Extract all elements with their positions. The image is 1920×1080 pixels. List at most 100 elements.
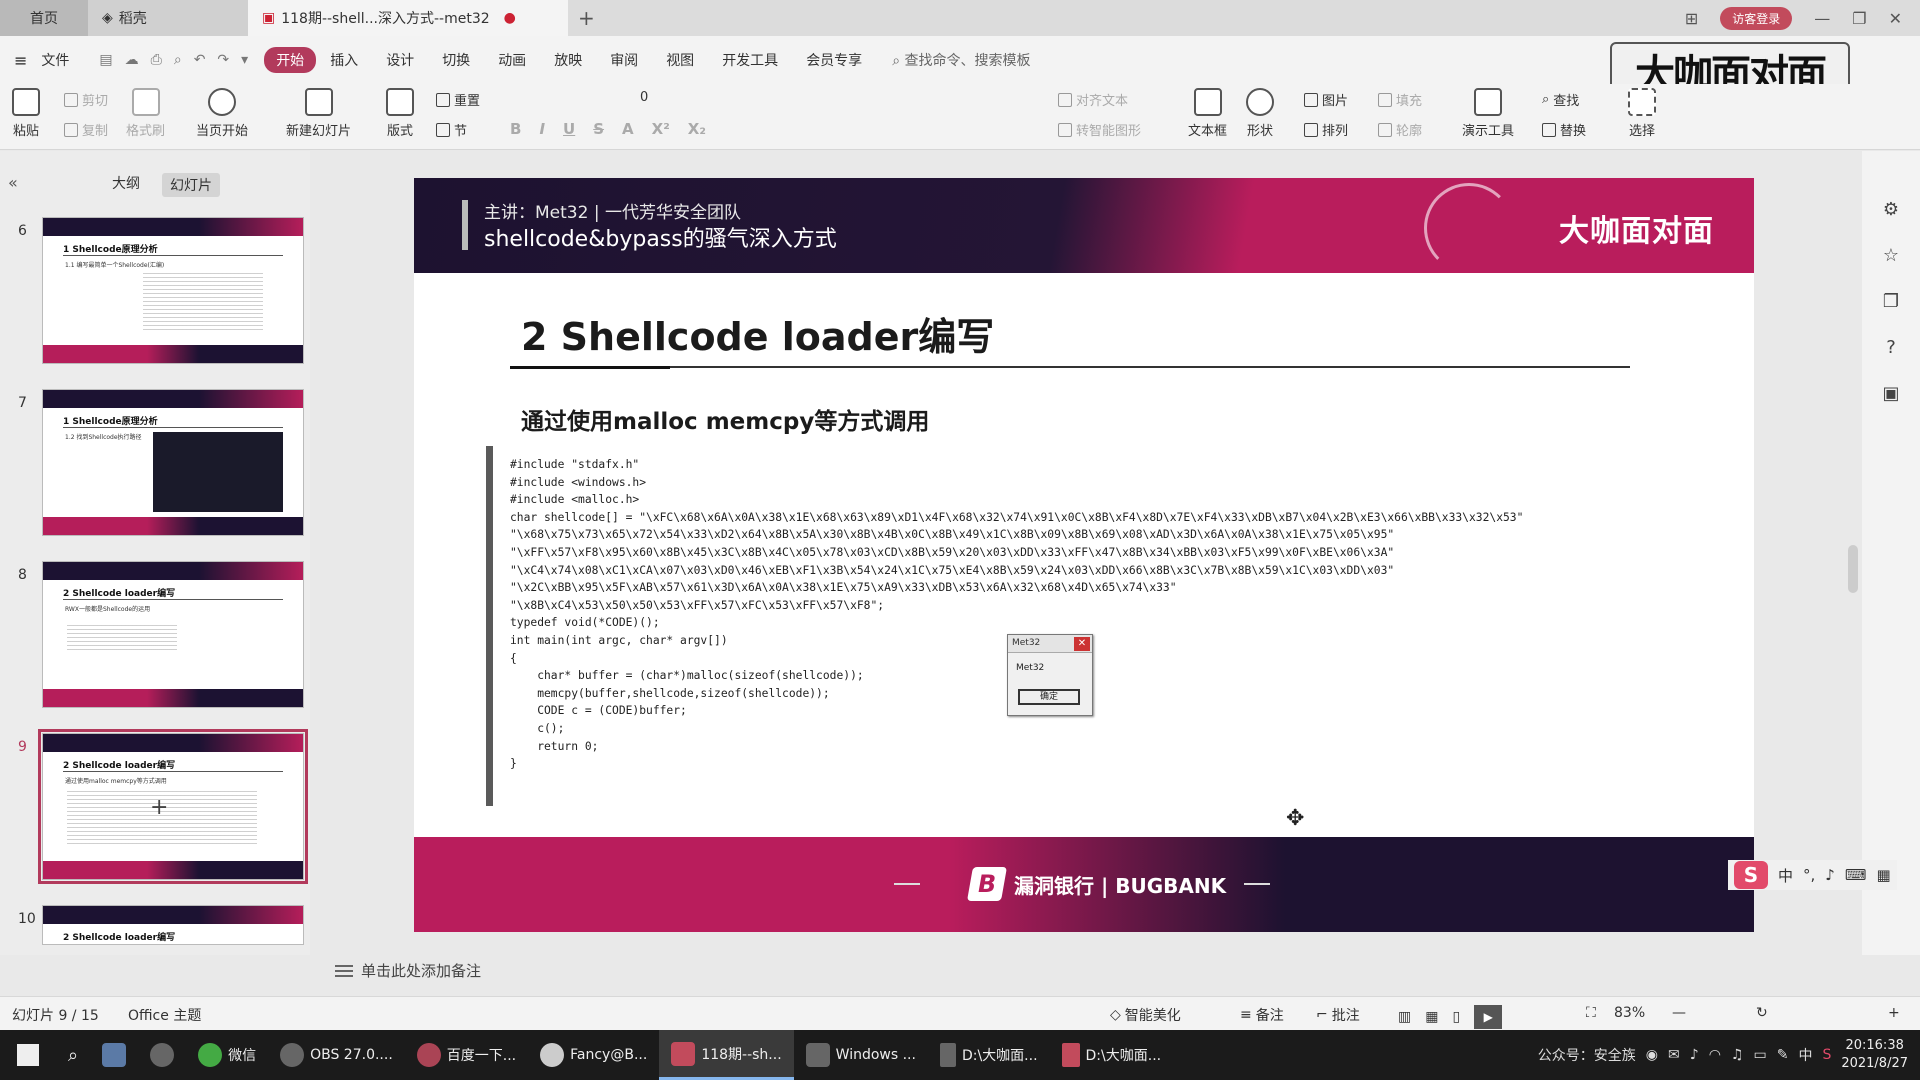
zoom-fit-icon[interactable]: ↻ — [1756, 1005, 1768, 1021]
textbox-button[interactable]: 文本框 — [1188, 88, 1227, 139]
copy-frame-icon[interactable]: ❐ — [1880, 291, 1902, 313]
shape-button[interactable]: 形状 — [1246, 88, 1274, 139]
cut-button[interactable]: 剪切 — [64, 90, 108, 109]
slide-subtitle[interactable]: 通过使用malloc memcpy等方式调用 — [521, 402, 929, 436]
battery-icon[interactable]: ▭ — [1753, 1047, 1766, 1063]
beautify-button[interactable]: ◇ 智能美化 — [1110, 1005, 1181, 1025]
notes-button[interactable]: ≡ 备注 — [1240, 1005, 1284, 1025]
clock[interactable]: 20:16:38 2021/8/27 — [1841, 1037, 1908, 1073]
slide-title[interactable]: 2 Shellcode loader编写 — [521, 306, 994, 361]
taskbar-app-presentation[interactable]: 118期--sh... — [659, 1030, 794, 1080]
menu-vip[interactable]: 会员专享 — [792, 50, 876, 70]
select-button[interactable]: 选择 — [1628, 88, 1656, 139]
menu-animation[interactable]: 动画 — [484, 50, 540, 70]
cloud-icon[interactable]: ☁ — [125, 52, 139, 68]
picture-edit-icon[interactable]: ▣ — [1880, 383, 1902, 405]
undo-icon[interactable]: ↶ — [194, 52, 206, 68]
font-color-icon[interactable]: A — [622, 120, 634, 138]
format-painter-button[interactable]: 格式刷 — [126, 88, 165, 139]
ime-mode[interactable]: 中 — [1778, 865, 1793, 886]
outline-button[interactable]: 轮廓 — [1378, 120, 1422, 139]
zoom-level[interactable]: 83% — [1614, 1005, 1645, 1021]
app-pinned-2[interactable] — [138, 1030, 186, 1080]
hamburger-icon[interactable]: ≡ — [14, 51, 27, 70]
dropdown-icon[interactable]: ▾ — [241, 52, 248, 68]
slide-thumbnail-9[interactable]: 2 Shellcode loader编写 通过使用malloc memcpy等方式… — [38, 729, 308, 884]
app-pinned-1[interactable] — [90, 1030, 138, 1080]
close-icon[interactable]: ✕ — [1889, 9, 1902, 28]
paste-button[interactable]: 粘贴 — [12, 88, 40, 139]
punctuation-icon[interactable]: °, — [1803, 866, 1815, 884]
network-icon[interactable]: ◠ — [1709, 1047, 1721, 1063]
sogou-tray-icon[interactable]: S — [1822, 1047, 1831, 1063]
menu-review[interactable]: 审阅 — [596, 50, 652, 70]
settings-sliders-icon[interactable]: ⚙ — [1880, 199, 1902, 221]
tab-home[interactable]: 首页 — [0, 0, 88, 36]
add-slide-button[interactable]: + — [150, 795, 168, 820]
taskbar-app-wechat[interactable]: 微信 — [186, 1030, 268, 1080]
reset-button[interactable]: 重置 — [436, 90, 480, 109]
code-block[interactable]: #include "stdafx.h" #include <windows.h>… — [510, 456, 1523, 773]
print-icon[interactable]: ⎙ — [151, 52, 162, 68]
ime-language[interactable]: 中 — [1798, 1045, 1812, 1065]
slide-thumbnail-10[interactable]: 2 Shellcode loader编写 — [42, 905, 304, 945]
comments-button[interactable]: ⌐ 批注 — [1316, 1005, 1360, 1025]
slide-thumbnail-8[interactable]: 2 Shellcode loader编写 RWX一般都是Shellcode的运用 — [42, 561, 304, 708]
menu-insert[interactable]: 插入 — [316, 50, 372, 70]
fill-button[interactable]: 填充 — [1378, 90, 1422, 109]
redo-icon[interactable]: ↷ — [217, 52, 229, 68]
visitor-login-button[interactable]: 访客登录 — [1720, 6, 1793, 30]
taskbar-app-windows[interactable]: Windows ... — [794, 1030, 928, 1080]
taskbar-app-folder-2[interactable]: D:\大咖面... — [1050, 1030, 1174, 1080]
italic-icon[interactable]: I — [539, 120, 545, 138]
smart-art-button[interactable]: 转智能图形 — [1058, 120, 1141, 139]
tab-document[interactable]: ▣ 118期--shell...深入方式--met32 ● — [248, 0, 568, 36]
vertical-scrollbar[interactable] — [1848, 545, 1858, 593]
slide-canvas[interactable]: 主讲：Met32 | 一代芳华安全团队 shellcode&bypass的骚气深… — [414, 178, 1754, 932]
tab-outline[interactable]: 大纲 — [112, 173, 140, 193]
font-size-box[interactable]: 0 — [640, 90, 648, 105]
menu-home[interactable]: 开始 — [264, 47, 317, 73]
taskbar-app-baidu[interactable]: 百度一下... — [405, 1030, 528, 1080]
restore-icon[interactable]: ❐ — [1852, 9, 1866, 28]
fit-window-icon[interactable]: ⛶ — [1586, 1005, 1596, 1021]
tray-app-icon[interactable]: ◉ — [1646, 1047, 1658, 1063]
taskbar-app-folder-1[interactable]: D:\大咖面... — [928, 1030, 1050, 1080]
collapse-panel-icon[interactable]: « — [8, 173, 18, 192]
help-icon[interactable]: ? — [1880, 337, 1902, 359]
volume-icon[interactable]: ♫ — [1731, 1047, 1744, 1063]
sogou-logo-icon[interactable]: S — [1734, 861, 1768, 889]
bold-icon[interactable]: B — [510, 120, 521, 138]
star-icon[interactable]: ☆ — [1880, 245, 1902, 267]
play-slideshow-icon[interactable]: ▶ — [1474, 1005, 1503, 1029]
tab-daoke[interactable]: ◈ 稻壳 — [88, 0, 248, 36]
search-taskbar-button[interactable]: ⌕ — [56, 1030, 90, 1080]
start-button[interactable] — [0, 1030, 56, 1080]
mic-tray-icon[interactable]: ♪ — [1690, 1047, 1699, 1063]
arrange-button[interactable]: 排列 — [1304, 120, 1348, 139]
keyboard-icon[interactable]: ⌨ — [1845, 866, 1867, 884]
copy-button[interactable]: 复制 — [64, 120, 108, 139]
preview-icon[interactable]: ⌕ — [174, 52, 182, 68]
zoom-out-icon[interactable]: — — [1672, 1005, 1686, 1021]
grid-menu-icon[interactable]: ▦ — [1877, 866, 1891, 884]
subscript-icon[interactable]: X₂ — [688, 120, 706, 138]
menu-design[interactable]: 设计 — [372, 50, 428, 70]
menu-view[interactable]: 视图 — [652, 50, 708, 70]
menu-file[interactable]: 文件 — [27, 50, 83, 70]
reading-view-icon[interactable]: ▯ — [1452, 1009, 1460, 1025]
taskbar-app-obs[interactable]: OBS 27.0.... — [268, 1030, 405, 1080]
microphone-icon[interactable]: ♪ — [1825, 866, 1835, 884]
superscript-icon[interactable]: X² — [652, 120, 670, 138]
layout-icon[interactable]: ⊞ — [1685, 9, 1698, 28]
strikethrough-icon[interactable]: S — [593, 120, 604, 138]
from-current-slide-button[interactable]: 当页开始 — [196, 88, 248, 139]
new-slide-button[interactable]: 新建幻灯片 — [286, 88, 351, 139]
taskbar-app-fancy[interactable]: Fancy@B... — [528, 1030, 659, 1080]
find-button[interactable]: ⌕ 查找 — [1542, 90, 1579, 109]
save-icon[interactable]: ▤ — [99, 52, 112, 68]
tab-slides[interactable]: 幻灯片 — [162, 173, 220, 197]
layout-button[interactable]: 版式 — [386, 88, 414, 139]
sorter-view-icon[interactable]: ▦ — [1425, 1009, 1438, 1025]
menu-developer[interactable]: 开发工具 — [708, 50, 792, 70]
